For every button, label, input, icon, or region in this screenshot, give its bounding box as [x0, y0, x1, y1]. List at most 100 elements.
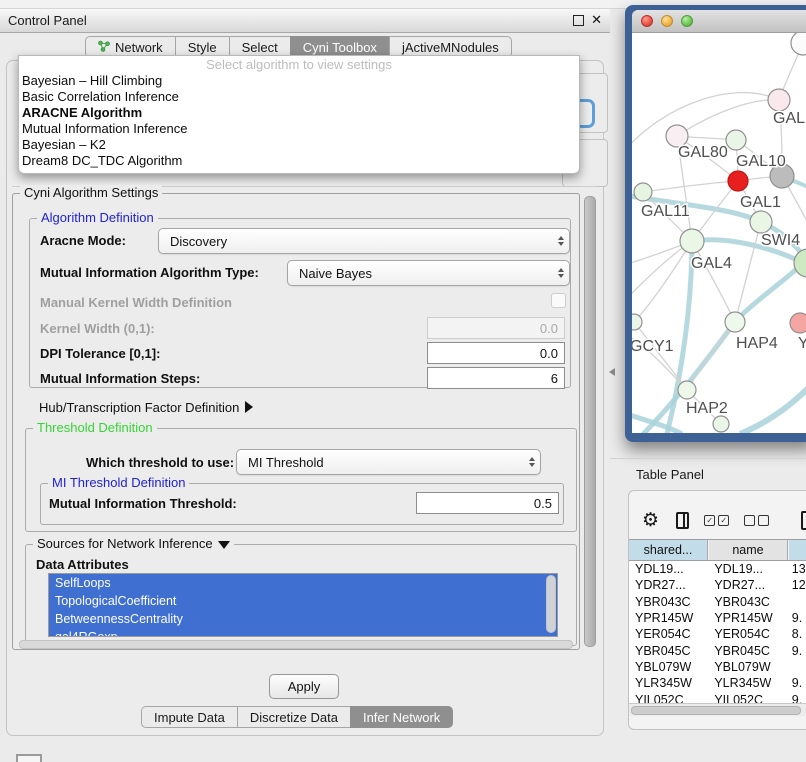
network-node[interactable] — [678, 381, 696, 399]
table-cell: YDR27... — [708, 578, 785, 592]
table-row[interactable]: YER054CYER054C8. — [629, 626, 806, 642]
table-row[interactable]: YPR145WYPR145W9. — [629, 610, 806, 626]
table-cell: YLR345W — [629, 676, 708, 690]
algorithm-option-mutual-information-inference[interactable]: Mutual Information Inference — [19, 121, 579, 137]
network-node[interactable] — [728, 171, 748, 191]
network-node[interactable] — [680, 229, 704, 253]
kernel-width-label: Kernel Width (0,1): — [40, 321, 155, 336]
mi-threshold-definition-legend: MI Threshold Definition — [48, 475, 189, 490]
tab-discretize-data[interactable]: Discretize Data — [237, 706, 351, 728]
network-node[interactable] — [632, 314, 642, 330]
attribute-item-betweennesscentrality[interactable]: BetweennessCentrality — [49, 610, 557, 628]
column-header-name[interactable]: name — [709, 540, 788, 560]
manual-kernel-width-label: Manual Kernel Width Definition — [40, 295, 232, 310]
mi-algorithm-type-combo[interactable]: Naive Bayes — [287, 260, 570, 286]
node-label-hap4: HAP4 — [736, 335, 778, 352]
attribute-item-selfloops[interactable]: SelfLoops — [49, 574, 557, 592]
table-cell: YER054C — [629, 627, 708, 641]
columns-icon[interactable] — [676, 512, 689, 529]
settings-vscrollbar-thumb[interactable] — [584, 196, 596, 647]
table-panel-title: Table Panel — [636, 467, 704, 482]
which-threshold-value: MI Threshold — [248, 455, 324, 470]
table-cell: YBR043C — [629, 595, 708, 609]
algorithm-option-bayesian-k2[interactable]: Bayesian – K2 — [19, 137, 579, 153]
table-row[interactable]: YDR27...YDR27...12 — [629, 577, 806, 593]
table-row[interactable]: YDL19...YDL19...13 — [629, 561, 806, 577]
table-row[interactable]: YIL052CYIL052C9. — [629, 691, 806, 703]
network-node[interactable] — [791, 33, 806, 55]
aracne-mode-combo[interactable]: Discovery — [158, 228, 570, 254]
attribute-item-gal4rgexp[interactable]: gal4RGexp — [49, 628, 557, 637]
network-node[interactable] — [790, 313, 806, 333]
close-icon[interactable]: ✕ — [591, 12, 602, 28]
algorithm-option-bayesian-hill-climbing[interactable]: Bayesian – Hill Climbing — [19, 73, 579, 89]
page-icon[interactable] — [801, 511, 806, 530]
tab-label: Select — [242, 40, 278, 55]
node-label-gal11: GAL11 — [641, 203, 690, 220]
node-label-hap2: HAP2 — [686, 400, 728, 417]
node-label-gal80: GAL80 — [678, 144, 728, 161]
sources-legend: Sources for Network Inference — [33, 536, 234, 551]
network-node[interactable] — [634, 183, 652, 201]
network-node[interactable] — [726, 130, 746, 150]
cyni-algorithm-settings-legend: Cyni Algorithm Settings — [20, 185, 162, 200]
network-node[interactable] — [725, 312, 745, 332]
checked-boxes-icon[interactable]: ✓✓ — [704, 515, 729, 526]
table-row[interactable]: YLR345WYLR345W9. — [629, 675, 806, 691]
tab-label: Style — [188, 40, 217, 55]
apply-button[interactable]: Apply — [269, 674, 339, 699]
zoom-traffic-light-icon[interactable] — [681, 15, 693, 27]
hub-definition-label: Hub/Transcription Factor Definition — [39, 400, 239, 415]
attributes-list-scrollbar-thumb[interactable] — [546, 575, 556, 633]
node-label-y: Y — [798, 335, 806, 352]
network-canvas[interactable]: GALGAL80GAL10GAL1GAL11SWI4GAL4GCY1HAP4YH… — [632, 33, 806, 433]
mi-threshold-definition-group: MI Threshold Definition Mutual Informati… — [40, 483, 564, 525]
attribute-item-topologicalcoefficient[interactable]: TopologicalCoefficient — [49, 592, 557, 610]
algorithm-option-basic-correlation-inference[interactable]: Basic Correlation Inference — [19, 89, 579, 105]
table-toolbar: ⚙ ✓✓ — [629, 503, 806, 537]
table-cell: 9. — [786, 644, 806, 658]
network-view-window: GALGAL80GAL10GAL1GAL11SWI4GAL4GCY1HAP4YH… — [625, 5, 806, 442]
manual-kernel-width-checkbox[interactable] — [551, 293, 566, 308]
mi-steps-field[interactable]: 6 — [427, 367, 565, 389]
mutual-information-threshold-field[interactable]: 0.5 — [416, 492, 559, 514]
settings-hscrollbar-thumb[interactable] — [19, 640, 573, 649]
table-panel-titlebar: Table Panel — [610, 458, 806, 489]
mi-steps-label: Mutual Information Steps: — [40, 371, 200, 386]
unchecked-boxes-icon[interactable] — [744, 515, 769, 526]
minimize-traffic-light-icon[interactable] — [661, 15, 673, 27]
tab-label: Discretize Data — [250, 710, 338, 725]
table-hscrollbar-thumb[interactable] — [631, 706, 801, 715]
tab-impute-data[interactable]: Impute Data — [141, 706, 238, 728]
network-node[interactable] — [768, 89, 790, 111]
float-window-icon[interactable] — [573, 15, 584, 26]
combo-arrows-icon — [529, 457, 535, 467]
table-rows[interactable]: YDL19...YDL19...13YDR27...YDR27...12YBR0… — [629, 561, 806, 703]
splitpane-resize-arrow[interactable] — [609, 368, 615, 376]
table-panel: ⚙ ✓✓ shared...name YDL19...YDL19...13YDR… — [628, 490, 806, 730]
network-window-titlebar[interactable] — [632, 10, 806, 33]
column-header-shared[interactable]: shared... — [629, 540, 708, 560]
network-node[interactable] — [713, 416, 729, 432]
data-attributes-list[interactable]: SelfLoopsTopologicalCoefficientBetweenne… — [48, 573, 558, 637]
hub-definition-toggle[interactable]: Hub/Transcription Factor Definition — [39, 400, 253, 415]
table-row[interactable]: YBR045CYBR045C9. — [629, 642, 806, 658]
cyni-algorithm-settings-group: Cyni Algorithm Settings Algorithm Defini… — [12, 193, 580, 650]
table-hscrollbar[interactable] — [629, 703, 806, 716]
column-header-2[interactable] — [789, 540, 806, 560]
table-row[interactable]: YBR043CYBR043C — [629, 594, 806, 610]
tab-infer-network[interactable]: Infer Network — [350, 706, 453, 728]
network-node[interactable] — [750, 211, 772, 233]
algorithm-option-dream8-dc-tdc-algorithm[interactable]: Dream8 DC_TDC Algorithm — [19, 153, 579, 169]
network-icon — [98, 40, 110, 55]
algorithm-option-aracne-algorithm[interactable]: ARACNE Algorithm — [19, 105, 579, 121]
dpi-tolerance-field[interactable]: 0.0 — [427, 342, 565, 364]
which-threshold-combo[interactable]: MI Threshold — [236, 449, 541, 475]
table-row[interactable]: YBL079WYBL079W — [629, 659, 806, 675]
minimized-panel-chip[interactable] — [16, 754, 42, 762]
aracne-mode-value: Discovery — [170, 234, 227, 249]
gear-icon[interactable]: ⚙ — [642, 509, 659, 532]
close-traffic-light-icon[interactable] — [641, 15, 653, 27]
tab-label: jActiveMNodules — [402, 40, 499, 55]
combo-arrows-icon — [558, 268, 564, 278]
